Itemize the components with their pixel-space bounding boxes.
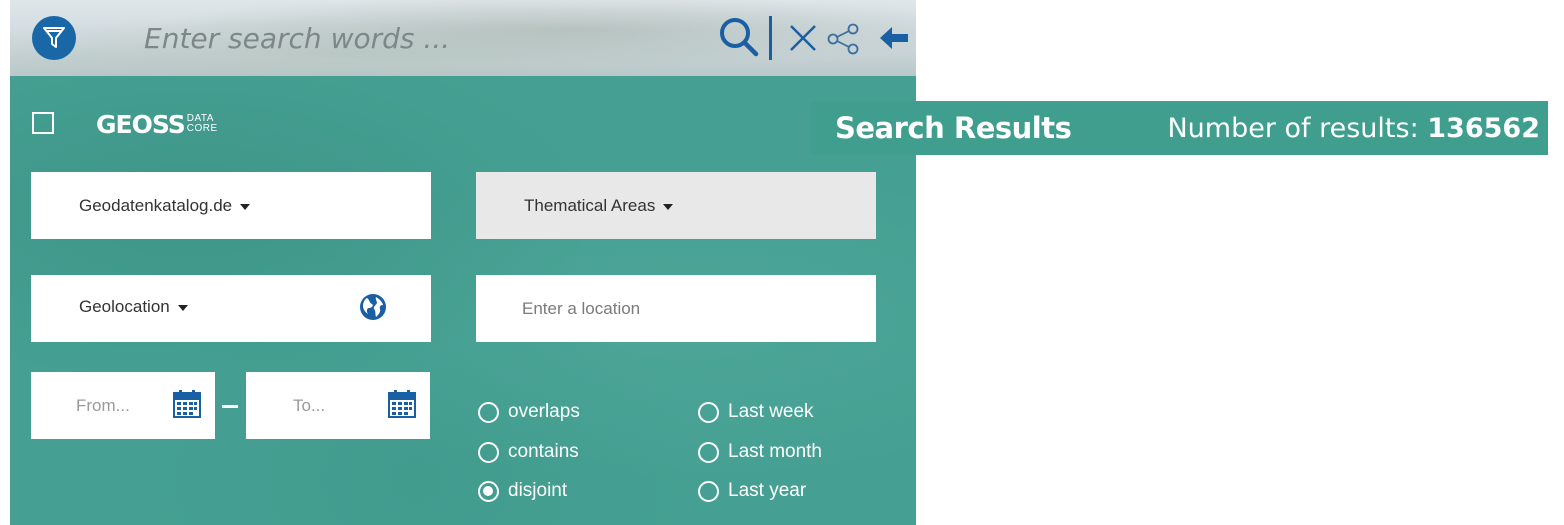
radio-circle (698, 480, 719, 502)
calendar-icon[interactable] (173, 390, 201, 418)
caret-down-icon (240, 203, 251, 210)
radio-overlaps[interactable]: overlaps (478, 401, 580, 423)
arrow-left-icon (880, 27, 908, 49)
select-checkbox[interactable] (32, 112, 54, 134)
catalog-label: Geodatenkatalog.de (79, 196, 233, 215)
catalog-dropdown-value: Geodatenkatalog.de (79, 196, 251, 216)
radio-circle (478, 401, 499, 423)
radio-circle (698, 441, 719, 463)
date-range-dash (222, 405, 238, 408)
radio-last-year[interactable]: Last year (698, 480, 806, 502)
results-count-label: Number of results: (1167, 112, 1419, 144)
logo-sub-text: DATA CORE (187, 114, 218, 134)
filter-icon (43, 27, 65, 48)
caret-down-icon (177, 304, 188, 311)
radio-label: Last year (728, 480, 807, 501)
share-icon (827, 23, 859, 55)
radio-label: Last month (728, 441, 822, 462)
share-button[interactable] (824, 20, 862, 58)
search-results-bar: Search Results Number of results: 136562 (811, 101, 1548, 155)
radio-label: contains (508, 441, 579, 462)
search-icon (720, 18, 759, 57)
geolocation-dropdown[interactable]: Geolocation (31, 275, 431, 342)
search-button[interactable] (716, 14, 762, 60)
radio-label: disjoint (508, 480, 568, 501)
search-bar (10, 0, 916, 76)
results-title: Search Results (835, 111, 1072, 145)
thematic-dropdown-value: Thematical Areas (524, 196, 674, 216)
radio-label: overlaps (508, 401, 580, 422)
radio-label: Last week (728, 401, 814, 422)
toolbar-divider (769, 16, 772, 60)
thematic-label: Thematical Areas (524, 196, 656, 215)
results-count-value: 136562 (1427, 112, 1540, 144)
search-panel: GEOSS DATA CORE Geodatenkatalog.de Thema… (10, 0, 916, 525)
calendar-icon[interactable] (388, 390, 416, 418)
logo-main-text: GEOSS (96, 109, 186, 139)
geoss-logo: GEOSS DATA CORE (96, 108, 218, 140)
thematic-areas-dropdown[interactable]: Thematical Areas (476, 172, 876, 239)
caret-down-icon (663, 203, 674, 210)
search-input[interactable] (144, 14, 614, 62)
catalog-dropdown[interactable]: Geodatenkatalog.de (31, 172, 431, 239)
filter-button[interactable] (32, 16, 76, 60)
radio-circle (478, 441, 499, 463)
back-button[interactable] (876, 22, 912, 54)
results-count: Number of results: 136562 (1167, 113, 1540, 144)
globe-icon[interactable] (359, 293, 387, 321)
radio-last-month[interactable]: Last month (698, 441, 822, 463)
location-input[interactable] (476, 275, 876, 342)
geolocation-dropdown-value: Geolocation (79, 297, 188, 317)
clear-button[interactable] (786, 20, 820, 56)
logo-sub-bottom: CORE (186, 123, 218, 134)
radio-circle (698, 401, 719, 423)
radio-contains[interactable]: contains (478, 441, 579, 463)
geolocation-label: Geolocation (79, 297, 170, 316)
close-icon (790, 25, 816, 51)
radio-circle-selected (478, 480, 499, 502)
radio-last-week[interactable]: Last week (698, 401, 814, 423)
radio-disjoint[interactable]: disjoint (478, 480, 567, 502)
